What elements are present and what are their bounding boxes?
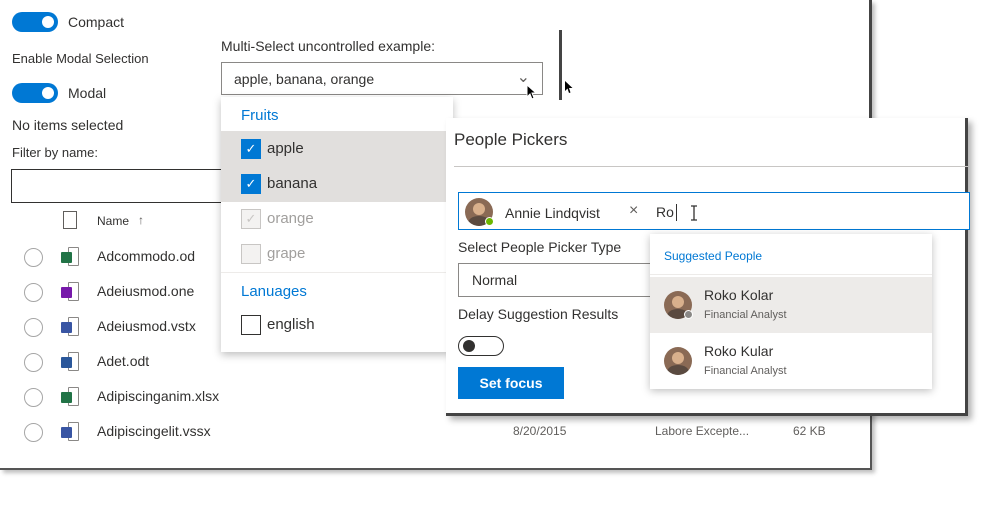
row-select-radio[interactable] (24, 318, 43, 337)
screenshot-stage: Compact Enable Modal Selection Modal No … (0, 0, 1000, 531)
people-picker-panel: People Pickers Annie Lindqvist × Ro Sele… (446, 118, 970, 416)
picker-type-value: Normal (472, 272, 518, 288)
picker-type-label: Select People Picker Type (458, 239, 622, 255)
suggestion-name: Roko Kular (704, 343, 774, 359)
toggle-knob (42, 87, 54, 99)
modal-label: Modal (68, 85, 107, 101)
mouse-cursor-icon (526, 84, 538, 100)
toggle-knob (463, 340, 475, 352)
visio-file-icon (61, 422, 79, 442)
excel-file-icon (61, 387, 79, 407)
suggestions-header: Suggested People (664, 249, 763, 263)
mouse-cursor-icon (565, 81, 573, 93)
row-select-radio[interactable] (24, 353, 43, 372)
compact-toggle[interactable] (12, 12, 58, 32)
file-name[interactable]: Adeiusmod.vstx (97, 318, 196, 334)
set-focus-button[interactable]: Set focus (458, 367, 564, 399)
row-select-radio[interactable] (24, 248, 43, 267)
option-label: grape (267, 245, 306, 262)
file-name[interactable]: Adcommodo.od (97, 248, 195, 264)
persona-name: Annie Lindqvist (505, 205, 600, 221)
delay-results-label: Delay Suggestion Results (458, 306, 619, 322)
name-column-header[interactable]: Name (97, 214, 129, 228)
group-header-fruits: Fruits (241, 107, 279, 124)
row-select-radio[interactable] (24, 388, 43, 407)
file-type-header-icon[interactable] (63, 211, 77, 229)
group-header-languages: Lanuages (241, 283, 307, 300)
picker-type-dropdown[interactable]: Normal (458, 263, 656, 297)
row-select-radio[interactable] (24, 423, 43, 442)
option-label: apple (267, 140, 304, 157)
multiselect-label: Multi-Select uncontrolled example: (221, 38, 435, 54)
suggestions-callout: Suggested People Roko Kolar Financial An… (650, 234, 932, 389)
checkbox: ✓ (241, 209, 261, 229)
selection-status: No items selected (12, 117, 124, 133)
file-name[interactable]: Adeiusmod.one (97, 283, 194, 299)
checkbox[interactable] (241, 315, 261, 335)
suggestions-divider (650, 274, 932, 275)
checkmark-icon: ✓ (245, 211, 257, 226)
text-caret (676, 204, 677, 221)
presence-online-icon (485, 217, 494, 226)
onenote-file-icon (61, 282, 79, 302)
option-banana[interactable]: ✓ banana (221, 166, 453, 202)
people-picker-input[interactable]: Annie Lindqvist × Ro (458, 192, 970, 230)
filter-label: Filter by name: (12, 145, 98, 160)
option-label: banana (267, 175, 318, 192)
option-orange: ✓ orange (221, 201, 453, 237)
remove-persona-icon[interactable]: × (629, 202, 638, 220)
people-picker-title: People Pickers (454, 130, 568, 149)
file-size: 62 KB (793, 424, 826, 438)
visio-file-icon (61, 317, 79, 337)
file-name[interactable]: Adet.odt (97, 353, 149, 369)
toggle-knob (42, 16, 54, 28)
presence-away-icon (684, 310, 693, 319)
checkbox[interactable]: ✓ (241, 174, 261, 194)
checkmark-icon: ✓ (245, 141, 257, 156)
multiselect-value: apple, banana, orange (234, 71, 375, 87)
multiselect-dropdown[interactable]: apple, banana, orange ⌄ (221, 62, 543, 95)
title-divider (454, 166, 968, 167)
sort-arrow-icon: ↑ (138, 213, 144, 227)
checkmark-icon: ✓ (245, 176, 257, 191)
file-name[interactable]: Adipiscingelit.vssx (97, 423, 211, 439)
option-english[interactable]: english (221, 307, 453, 343)
enable-modal-label: Enable Modal Selection (12, 51, 149, 66)
compact-label: Compact (68, 14, 125, 30)
file-name[interactable]: Adipiscinganim.xlsx (97, 388, 219, 404)
suggestion-role: Financial Analyst (704, 309, 787, 321)
separator-line (559, 30, 562, 100)
suggestion-item[interactable]: Roko Kolar Financial Analyst (650, 277, 932, 333)
avatar (664, 347, 692, 375)
group-divider (221, 272, 453, 273)
modal-toggle[interactable] (12, 83, 58, 103)
checkbox (241, 244, 261, 264)
option-label: english (267, 316, 315, 333)
suggestion-name: Roko Kolar (704, 287, 774, 303)
table-row[interactable]: Adipiscingelit.vssx 8/20/2015 Labore Excep… (0, 415, 870, 450)
option-apple[interactable]: ✓ apple (221, 131, 453, 167)
delay-results-toggle[interactable] (458, 336, 504, 356)
option-label: orange (267, 210, 314, 227)
ibeam-cursor-icon (691, 205, 697, 221)
suggestion-role: Financial Analyst (704, 365, 787, 377)
file-modified-by: Labore Excepte... (655, 424, 750, 438)
suggestion-item[interactable]: Roko Kular Financial Analyst (650, 333, 932, 389)
selected-persona[interactable]: Annie Lindqvist × (463, 197, 643, 227)
option-grape: grape (221, 236, 453, 272)
checkbox[interactable]: ✓ (241, 139, 261, 159)
word-file-icon (61, 352, 79, 372)
row-select-radio[interactable] (24, 283, 43, 302)
separator-line (869, 0, 872, 120)
picker-query-text[interactable]: Ro (656, 204, 674, 220)
file-modified-date: 8/20/2015 (513, 424, 567, 438)
excel-file-icon (61, 247, 79, 267)
multiselect-callout: Fruits ✓ apple ✓ banana ✓ orange grape Lanuage… (221, 97, 453, 352)
